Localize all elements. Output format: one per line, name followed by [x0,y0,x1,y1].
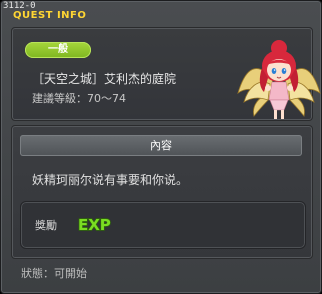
reward-label: 獎勵 [35,219,57,232]
quest-info-window: 3112-0 QUEST INFO 一般 ［天空之城］艾利杰的庭院 建議等級：7… [0,0,322,294]
quest-description: 妖精珂丽尔说有事要和你说。 [32,173,189,187]
category-badge: 一般 [25,42,91,58]
reward-box: 獎勵 EXP [20,201,306,249]
fairy-npc-portrait [237,40,321,119]
exp-icon: EXP [77,215,111,234]
svg-text:EXP: EXP [78,216,111,234]
recommended-level: 建議等級：70～74 [32,92,126,105]
content-header: 內容 [20,135,302,156]
window-title: QUEST INFO [13,10,87,21]
title-bar[interactable]: 3112-0 QUEST INFO [1,1,321,23]
quest-name: ［天空之城］艾利杰的庭院 [32,72,177,86]
quest-status: 狀態：可開始 [21,267,87,280]
quest-header-panel: 一般 ［天空之城］艾利杰的庭院 建議等級：70～74 [11,27,321,121]
quest-content-panel: 內容 妖精珂丽尔说有事要和你说。 獎勵 EXP [11,125,313,259]
